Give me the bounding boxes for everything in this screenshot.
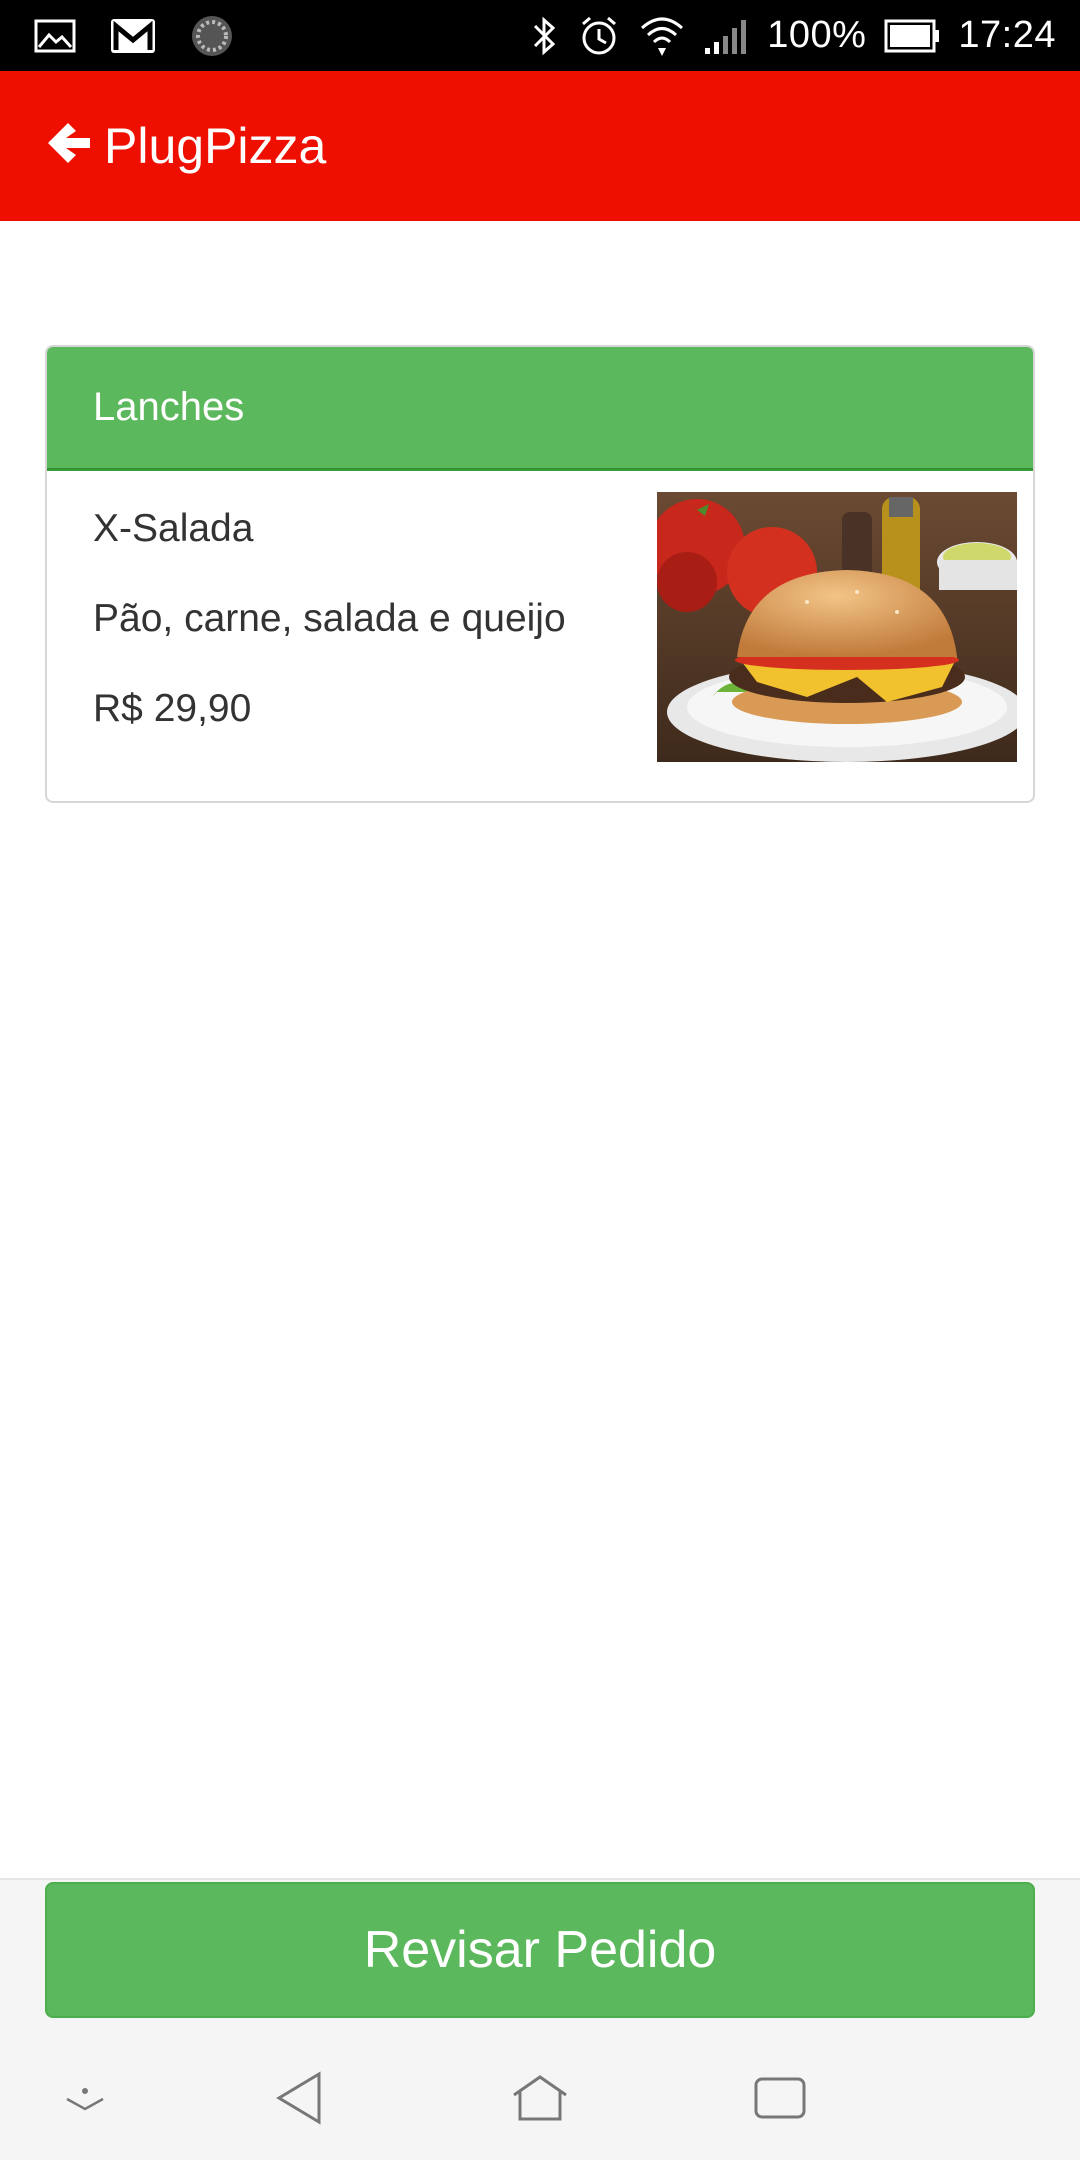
item-description: Pão, carne, salada e queijo	[93, 597, 566, 640]
gallery-icon	[34, 19, 76, 53]
app-bar: PlugPizza	[0, 71, 1080, 221]
back-icon	[275, 2070, 325, 2131]
nav-back-button[interactable]	[260, 2060, 340, 2140]
app-title: PlugPizza	[104, 118, 327, 174]
status-bar: 100% 17:24	[0, 0, 1080, 71]
wifi-icon	[639, 14, 685, 58]
battery-percent: 100%	[767, 14, 867, 56]
nav-home-button[interactable]	[500, 2060, 580, 2140]
hide-nav-icon	[63, 2083, 107, 2118]
nav-recents-button[interactable]	[740, 2060, 820, 2140]
divider	[0, 1878, 1080, 1880]
home-icon	[510, 2073, 570, 2128]
burger-photo[interactable]	[657, 492, 1017, 762]
category-card: Lanches X-Salada Pão, carne, salada e qu…	[45, 345, 1035, 803]
review-order-button[interactable]: Revisar Pedido	[45, 1882, 1035, 2018]
category-header: Lanches	[47, 347, 1033, 471]
category-title: Lanches	[47, 347, 1033, 469]
gmail-icon	[110, 18, 156, 54]
battery-icon	[884, 19, 940, 53]
sync-icon	[190, 14, 234, 58]
item-price: R$ 29,90	[93, 687, 252, 730]
bluetooth-icon	[529, 14, 559, 58]
item-name[interactable]: X-Salada	[93, 507, 253, 551]
arrow-left-icon	[46, 119, 92, 172]
recents-icon	[752, 2075, 808, 2126]
alarm-icon	[577, 14, 621, 58]
back-button[interactable]	[44, 117, 94, 173]
system-nav-bar	[0, 2040, 1080, 2160]
clock: 17:24	[958, 14, 1056, 56]
signal-icon	[703, 16, 749, 56]
hide-nav-button[interactable]	[45, 2060, 125, 2140]
